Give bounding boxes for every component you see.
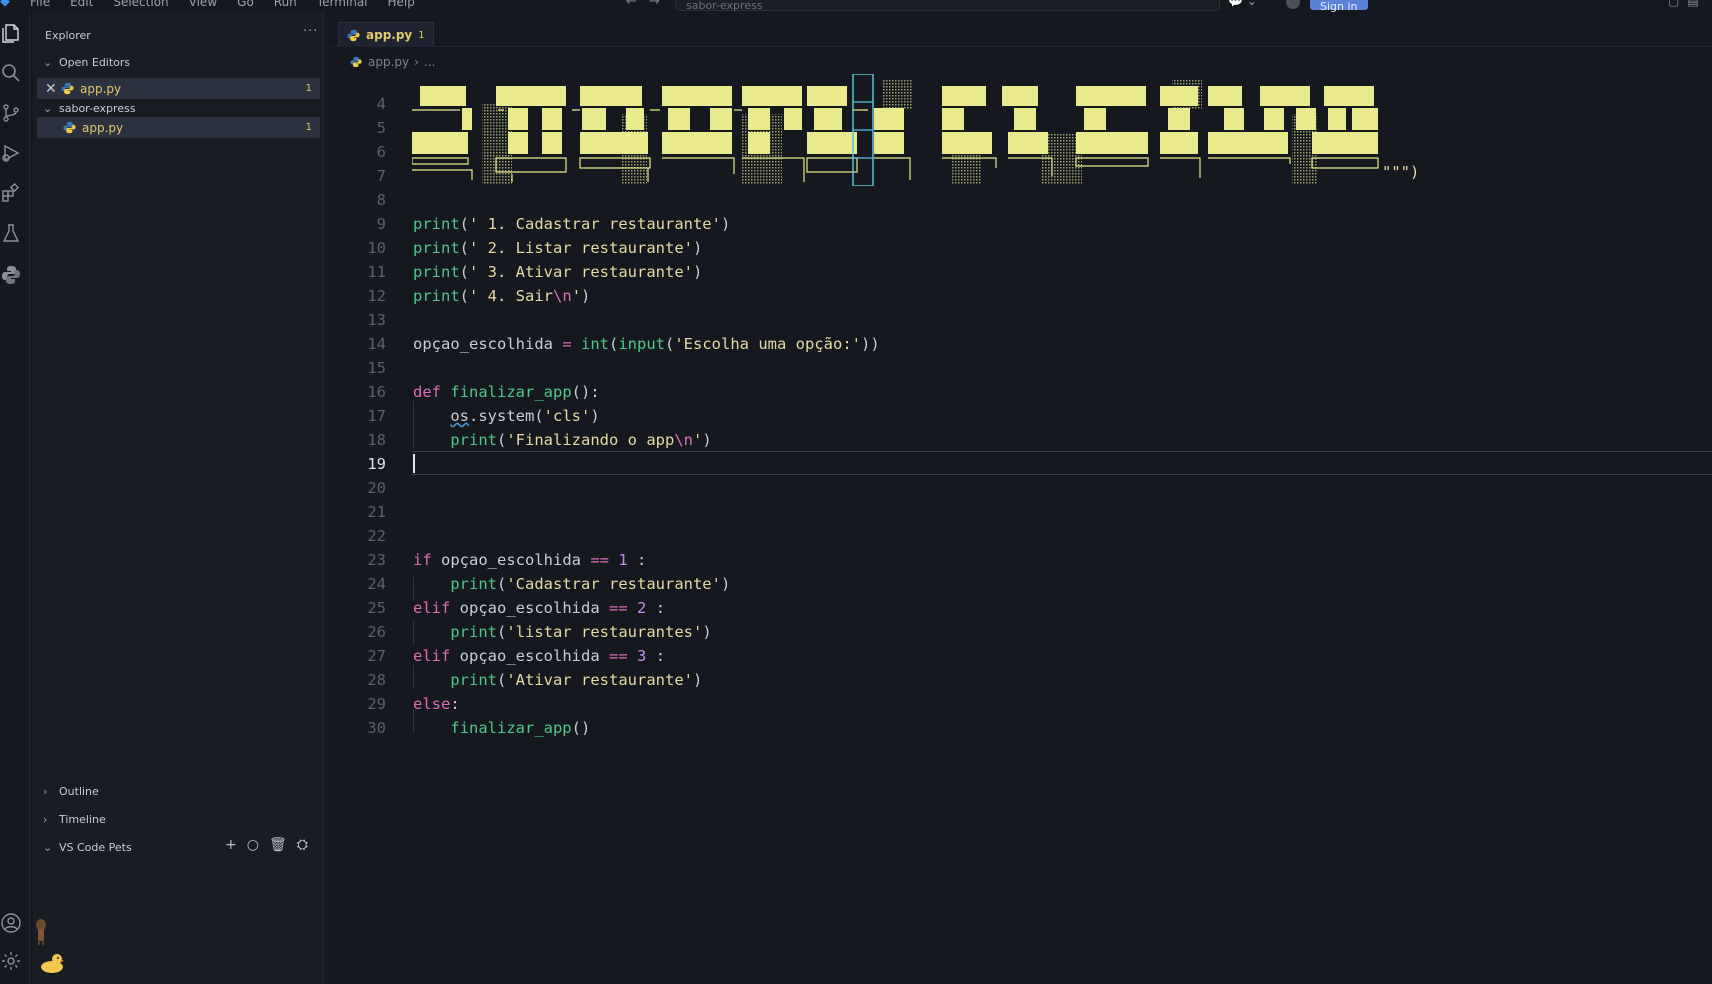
code-line: 28 print('Ativar restaurante') [367,671,703,689]
explorer-icon[interactable] [0,22,22,46]
timeline-label: Timeline [59,813,106,826]
code-line: 10 print(' 2. Listar restaurante') [367,239,703,257]
open-editors-label: Open Editors [59,56,131,69]
code-line: 26 print('listar restaurantes') [367,623,712,641]
pets-actions: + ○ 🗑 ⛭ [225,837,308,853]
chevron-right-icon: › [43,813,48,826]
code-line: 15 [367,359,386,377]
code-line: 5 [376,119,386,137]
back-arrow-icon[interactable]: ← [626,0,637,9]
layout-controls: ▢ ▤ [1668,0,1699,8]
search-icon[interactable] [0,62,22,86]
code-line: 21 [367,503,386,521]
activity-bar [0,12,30,984]
python-icon[interactable] [0,264,22,288]
code-line: 17 os.system('cls') [367,407,600,425]
folder-section[interactable]: ⌄ sabor-express [43,102,136,115]
sign-in-button[interactable]: Sign in [1310,0,1368,12]
menu-terminal[interactable]: Terminal [317,0,368,9]
open-editor-item[interactable]: ✕ app.py 1 [37,78,320,99]
sidebar-title: Explorer [45,29,91,42]
folder-file-item[interactable]: app.py 1 [37,117,320,138]
code-line: 6 [376,143,386,161]
copilot-icon[interactable] [1286,0,1300,9]
pet-duck-icon[interactable] [38,952,64,974]
python-file-icon [61,82,74,95]
code-line: 29 else: [367,695,460,713]
code-line: 25 elif opçao_escolhida == 2 : [367,599,666,617]
chevron-down-icon: ⌄ [43,56,53,69]
folder-filename: app.py [82,120,124,135]
settings-gear-icon[interactable] [0,950,22,974]
outline-section[interactable]: › Outline [43,785,99,798]
code-line: 27 elif opçao_escolhida == 3 : [367,647,666,665]
throw-ball-icon[interactable]: ○ [247,837,259,853]
chat-icon[interactable]: 💬 ⌄ [1228,0,1257,8]
remove-pet-icon[interactable]: 🗑 [269,837,287,853]
code-line: 19 [367,455,386,473]
pets-label: VS Code Pets [59,841,132,854]
code-line: 9 print(' 1. Cadastrar restaurante') [376,215,731,233]
code-line: 23 if opçao_escolhida == 1 : [367,551,647,569]
code-line: 18 print('Finalizando o app\n') [367,431,712,449]
code-line: 16 def finalizar_app(): [367,383,600,401]
chevron-right-icon: › [43,785,48,798]
panel-toggle-icon[interactable]: ▤ [1687,0,1698,8]
code-line: 30 finalizar_app() [367,719,591,737]
command-center-search[interactable]: sabor-express [675,0,1220,12]
code-editor[interactable]: """) 4 5 6 7 8 9 print(' 1. Cadastrar res… [332,12,1712,984]
outline-label: Outline [59,785,99,798]
code-line: 20 [367,479,386,497]
code-line: 24 print('Cadastrar restaurante') [367,575,731,593]
code-line: 11 print(' 3. Ativar restaurante') [367,263,703,281]
open-editors-section[interactable]: ⌄ Open Editors [43,56,130,69]
pet-dog-icon[interactable] [33,915,51,945]
vscode-pets-section[interactable]: ⌄ VS Code Pets [43,841,132,854]
vscode-logo-icon: ◆ [0,0,10,9]
code-line: 13 [367,311,386,329]
code-line: 4 [376,95,386,113]
problems-badge: 1 [305,83,312,94]
code-line: 7 [376,167,386,185]
nav-arrows: ← → [626,0,660,9]
layout-icon[interactable]: ▢ [1668,0,1679,8]
code-line: 8 [376,191,386,209]
run-debug-icon[interactable] [0,142,22,166]
source-control-icon[interactable] [0,102,22,126]
menu-view[interactable]: View [189,0,217,9]
extensions-icon[interactable] [0,182,22,206]
paint-theme-icon[interactable]: ⛭ [297,837,308,853]
menu-file[interactable]: File [30,0,50,9]
code-line: 12 print(' 4. Sair\n') [367,287,591,305]
account-icon[interactable] [0,912,22,936]
menu-bar: File Edit Selection View Go Run Terminal… [30,0,415,9]
code-line: 22 [367,527,386,545]
testing-icon[interactable] [0,222,22,246]
explorer-sidebar: Explorer ··· ⌄ Open Editors ✕ app.py 1 ⌄… [33,12,324,984]
chevron-down-icon: ⌄ [43,102,53,115]
menu-help[interactable]: Help [388,0,415,9]
menu-go[interactable]: Go [237,0,254,9]
chevron-down-icon: ⌄ [43,841,53,854]
menu-selection[interactable]: Selection [113,0,168,9]
more-actions-icon[interactable]: ··· [303,24,318,39]
forward-arrow-icon[interactable]: → [649,0,660,9]
close-icon[interactable]: ✕ [45,81,57,97]
editor-area: app.py 1 app.py › ... """) 4 5 6 7 8 9 p… [332,12,1712,984]
folder-label: sabor-express [59,102,136,115]
problems-badge: 1 [305,122,312,133]
add-pet-icon[interactable]: + [225,837,237,853]
menu-edit[interactable]: Edit [70,0,93,9]
timeline-section[interactable]: › Timeline [43,813,106,826]
open-editor-filename: app.py [80,81,122,96]
python-file-icon [63,121,76,134]
code-line: 14 opçao_escolhida = int(input('Escolha u… [367,335,880,353]
title-bar: ◆ File Edit Selection View Go Run Termin… [0,0,1712,12]
menu-run[interactable]: Run [274,0,297,9]
